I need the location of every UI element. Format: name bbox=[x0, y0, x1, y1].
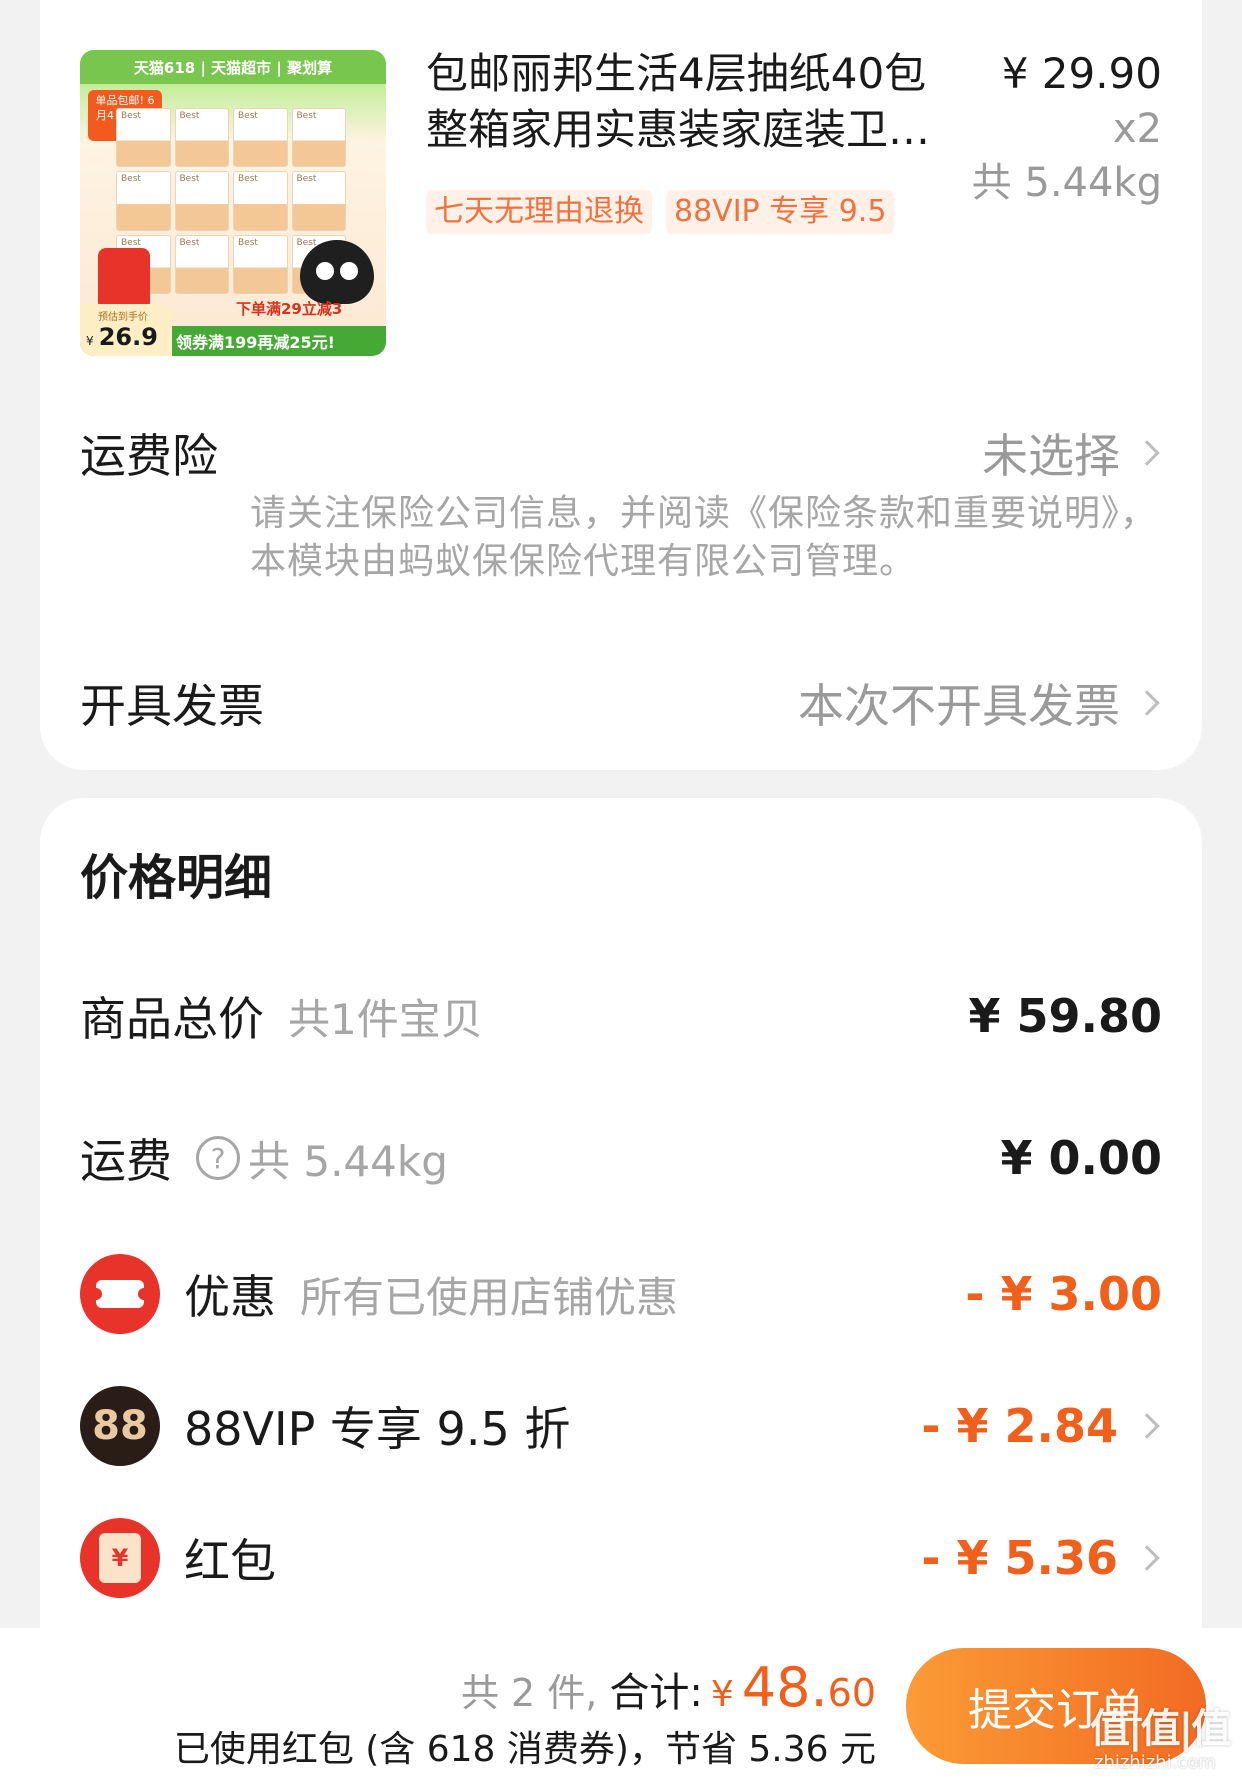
price-row-shipping: 运费 ? 共 5.44kg ¥ 0.00 bbox=[80, 1118, 1162, 1198]
tissue-box: Best bbox=[174, 171, 229, 231]
total-label: 合计: bbox=[609, 1670, 703, 1716]
tag-seven-day-return: 七天无理由退换 bbox=[426, 190, 652, 234]
price-row-sub: 共1件宝贝 bbox=[288, 994, 483, 1044]
price-row-sub: 所有已使用店铺优惠 bbox=[300, 1272, 679, 1322]
price-row-sub: ? 共 5.44kg bbox=[196, 1128, 448, 1189]
order-item-card: 天猫618 | 天猫超市 | 聚划算 单品包邮! 6月4日0点开抢! Best … bbox=[40, 0, 1202, 770]
hongbao-icon: ¥ bbox=[80, 1518, 160, 1598]
invoice-selector[interactable]: 本次不开具发票 bbox=[798, 670, 1162, 736]
product-weight: 共 5.44kg bbox=[971, 160, 1162, 206]
total-amount-int: 48. bbox=[741, 1656, 828, 1719]
price-row-discount: 优惠 所有已使用店铺优惠 - ¥ 3.00 bbox=[80, 1254, 1162, 1334]
vip-88-icon: 88 bbox=[80, 1386, 160, 1466]
tissue-box: Best bbox=[291, 171, 346, 231]
product-tags: 七天无理由退换 88VIP 专享 9.5 bbox=[426, 190, 895, 234]
price-row-label: 88VIP 专享 9.5 折 bbox=[184, 1402, 571, 1456]
estimate-currency: ¥ bbox=[86, 334, 94, 348]
chevron-right-icon bbox=[1134, 1413, 1160, 1439]
product-image-coupon: 领券满199再减25元! bbox=[176, 333, 335, 352]
price-row-goods-total: 商品总价 共1件宝贝 ¥ 59.80 bbox=[80, 976, 1162, 1056]
price-row-amount: ¥ 0.00 bbox=[1000, 1131, 1162, 1185]
chevron-right-icon bbox=[1134, 690, 1160, 716]
product-price-block: ¥ 29.90 x2 共 5.44kg bbox=[972, 46, 1162, 210]
total-amount-dec: 60 bbox=[827, 1671, 876, 1715]
red-envelope-graphic bbox=[98, 248, 150, 310]
price-row-label: 商品总价 bbox=[80, 992, 264, 1046]
total-line: 共 2 件, 合计: ¥ 48. 60 bbox=[461, 1656, 876, 1719]
tissue-box: Best bbox=[116, 108, 171, 168]
watermark-logo: 值|值|值 bbox=[1090, 1706, 1231, 1752]
tag-88vip: 88VIP 专享 9.5 bbox=[666, 190, 895, 234]
insurance-note: 请关注保险公司信息，并阅读《保险条款和重要说明》，本模块由蚂蚁保保险代理有限公司… bbox=[250, 493, 1158, 582]
shipping-weight: 共 5.44kg bbox=[248, 1136, 448, 1186]
price-row-label: 优惠 bbox=[184, 1270, 276, 1324]
price-detail-card: 价格明细 商品总价 共1件宝贝 ¥ 59.80 运费 ? 共 5.44kg ¥ … bbox=[40, 798, 1202, 1628]
total-currency: ¥ bbox=[710, 1674, 734, 1715]
product-image-estimate: 预估到手价 ¥ 26.9 bbox=[80, 304, 172, 356]
estimate-price: 26.9 bbox=[98, 323, 158, 351]
price-row-amount: - ¥ 3.00 bbox=[965, 1267, 1162, 1321]
savings-text: 已使用红包 (含 618 消费券)，节省 5.36 元 bbox=[173, 1729, 876, 1770]
invoice-value: 本次不开具发票 bbox=[798, 679, 1120, 733]
product-image[interactable]: 天猫618 | 天猫超市 | 聚划算 单品包邮! 6月4日0点开抢! Best … bbox=[80, 50, 386, 356]
tissue-box: Best bbox=[174, 234, 229, 294]
price-row-88vip[interactable]: 88 88VIP 专享 9.5 折 - ¥ 2.84 bbox=[80, 1386, 1162, 1466]
product-image-deal: 下单满29立减3 bbox=[236, 300, 343, 318]
price-row-amount-wrap: - ¥ 5.36 bbox=[921, 1531, 1162, 1585]
estimate-label: 预估到手价 bbox=[98, 312, 148, 323]
product-image-header: 天猫618 | 天猫超市 | 聚划算 bbox=[80, 50, 386, 84]
chevron-right-icon bbox=[1134, 1545, 1160, 1571]
coupon-icon bbox=[80, 1254, 160, 1334]
tissue-box: Best bbox=[291, 108, 346, 168]
checkout-bar: 共 2 件, 合计: ¥ 48. 60 已使用红包 (含 618 消费券)，节省 … bbox=[0, 1628, 1242, 1788]
price-row-amount: ¥ 59.80 bbox=[968, 989, 1162, 1043]
cat-eye-icon bbox=[316, 262, 334, 280]
invoice-label: 开具发票 bbox=[80, 679, 264, 733]
tissue-box: Best bbox=[174, 108, 229, 168]
watermark-url: zhizhizhi.com bbox=[1094, 1752, 1216, 1773]
tissue-box: Best bbox=[233, 171, 288, 231]
tmall-cat-icon bbox=[300, 240, 374, 304]
price-row-label: 运费 bbox=[80, 1134, 172, 1188]
hongbao-envelope: ¥ bbox=[99, 1533, 141, 1583]
item-count: 共 2 件, bbox=[460, 1671, 598, 1715]
price-detail-title: 价格明细 bbox=[80, 850, 273, 906]
product-title[interactable]: 包邮丽邦生活4层抽纸40包整箱家用实惠装家庭装卫生纸餐巾纸面巾纸 bbox=[426, 46, 966, 158]
chevron-right-icon bbox=[1134, 440, 1160, 466]
price-row-amount: - ¥ 5.36 bbox=[921, 1531, 1118, 1585]
tissue-box: Best bbox=[233, 108, 288, 168]
product-unit-price: ¥ 29.90 bbox=[1001, 49, 1162, 98]
shipping-insurance-value: 未选择 bbox=[982, 429, 1120, 483]
tissue-box: Best bbox=[116, 171, 171, 231]
product-quantity: x2 bbox=[1112, 106, 1162, 152]
price-row-hongbao[interactable]: ¥ 红包 - ¥ 5.36 bbox=[80, 1518, 1162, 1598]
tissue-box: Best bbox=[233, 234, 288, 294]
shipping-insurance-label: 运费险 bbox=[80, 429, 218, 483]
shipping-insurance-selector[interactable]: 未选择 bbox=[982, 420, 1162, 486]
price-row-amount: - ¥ 2.84 bbox=[921, 1399, 1118, 1453]
help-circle-icon[interactable]: ? bbox=[196, 1136, 240, 1180]
ticket-shape bbox=[90, 1280, 150, 1308]
price-row-label: 红包 bbox=[184, 1534, 276, 1588]
cat-eye-icon bbox=[340, 262, 358, 280]
price-row-amount-wrap: - ¥ 2.84 bbox=[921, 1399, 1162, 1453]
